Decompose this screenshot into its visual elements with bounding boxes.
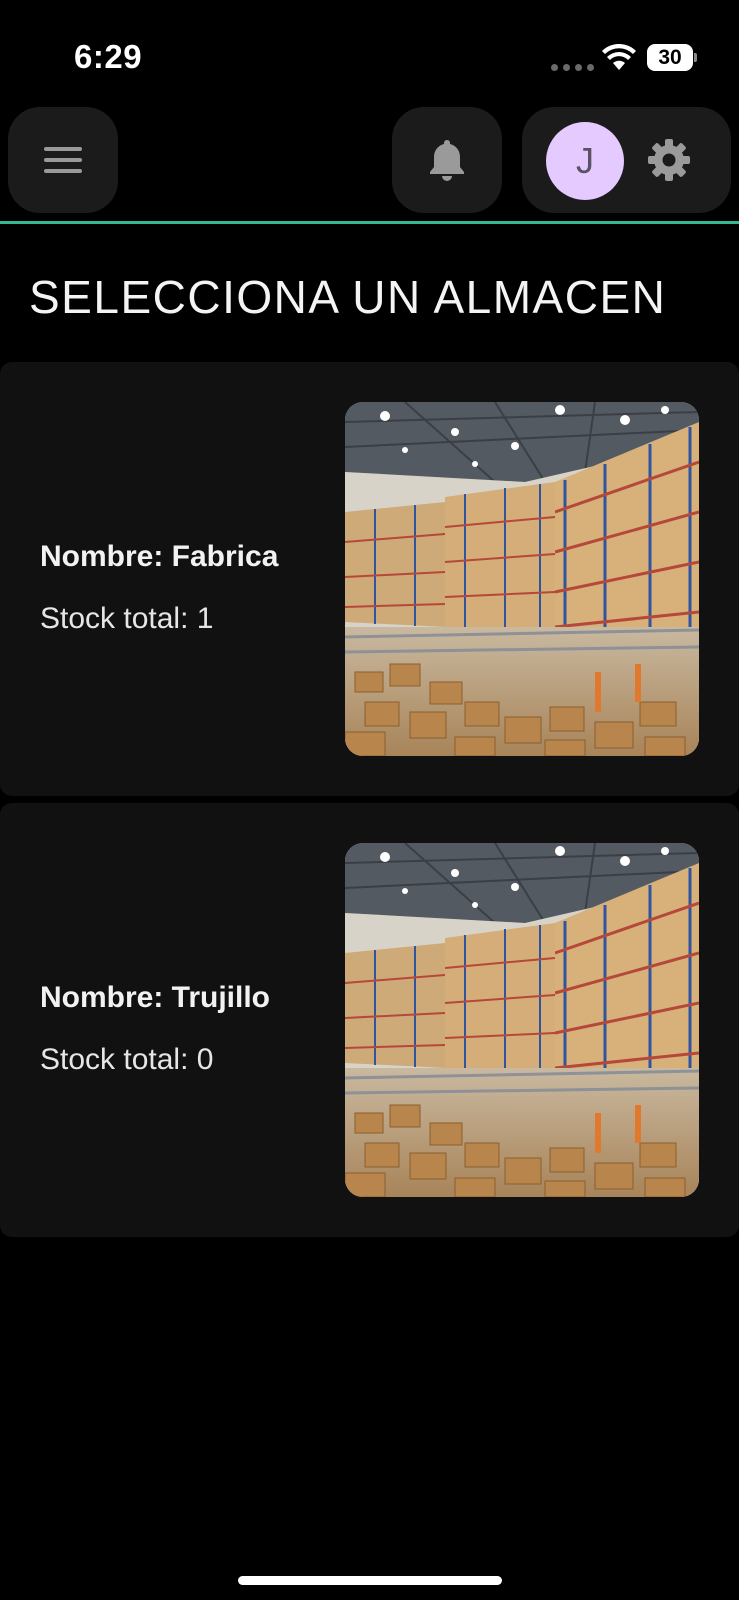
cellular-signal-icon (551, 64, 594, 71)
notifications-button[interactable] (392, 107, 502, 213)
bell-icon (430, 140, 464, 181)
wifi-icon (602, 44, 636, 70)
gear-icon (648, 139, 690, 181)
page-title: SELECCIONA UN ALMACEN (29, 271, 667, 323)
battery-level: 30 (647, 44, 693, 71)
warehouse-name: Nombre: Fabrica (40, 540, 279, 573)
warehouse-image (345, 843, 699, 1197)
warehouse-image (345, 402, 699, 756)
profile-settings-group: J (522, 107, 731, 213)
warehouse-stock: Stock total: 0 (40, 1043, 214, 1076)
warehouse-card[interactable]: Nombre: Trujillo Stock total: 0 (0, 803, 739, 1237)
menu-button[interactable] (8, 107, 118, 213)
status-time: 6:29 (74, 38, 143, 75)
status-bar: 6:29 30 (0, 0, 739, 100)
warehouse-card[interactable]: Nombre: Fabrica Stock total: 1 (0, 362, 739, 796)
battery-icon: 30 (647, 44, 697, 71)
hamburger-menu-icon (44, 147, 82, 173)
warehouse-name: Nombre: Trujillo (40, 981, 271, 1014)
home-indicator[interactable] (238, 1576, 502, 1585)
avatar[interactable]: J (546, 122, 624, 200)
settings-button[interactable] (644, 135, 694, 185)
warehouse-stock: Stock total: 1 (40, 602, 214, 635)
header-divider (0, 221, 739, 224)
